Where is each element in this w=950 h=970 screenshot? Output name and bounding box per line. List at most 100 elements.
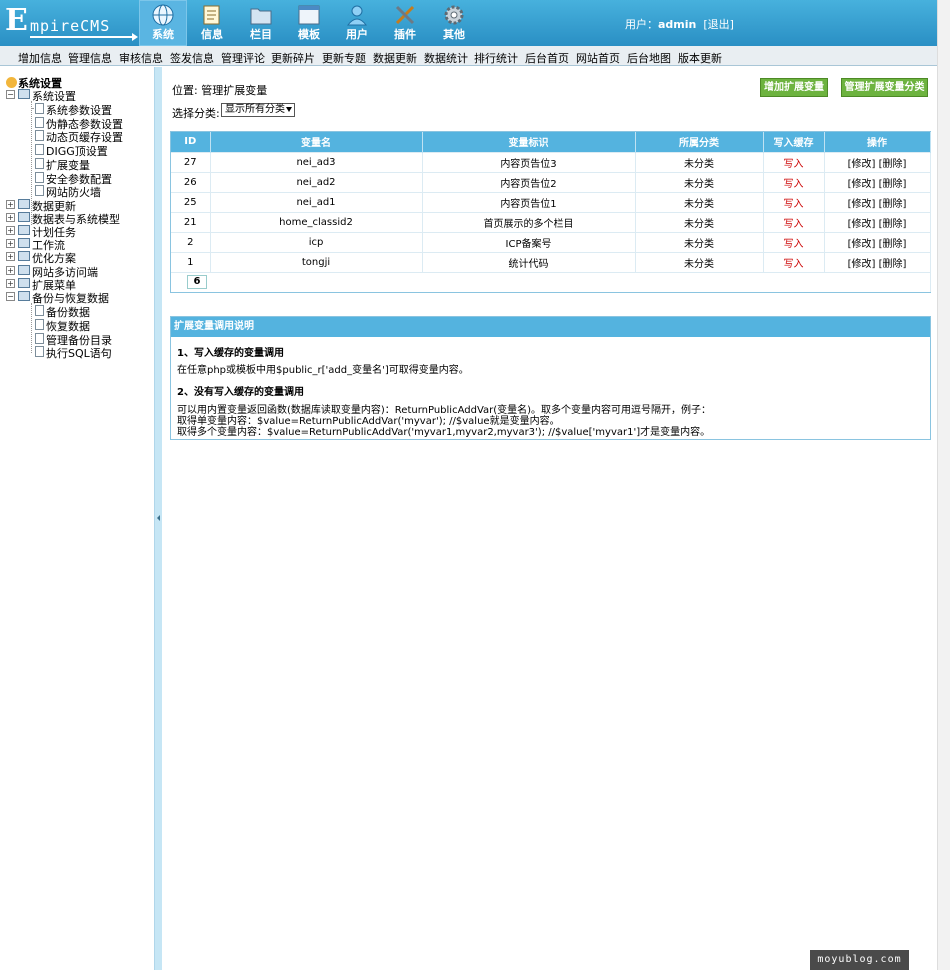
menu-item[interactable]: 更新碎片 bbox=[271, 50, 315, 66]
menu-item[interactable]: 版本更新 bbox=[678, 50, 722, 66]
expand-icon[interactable]: + bbox=[6, 200, 15, 209]
cell-actions[interactable]: [修改] [删除] bbox=[824, 151, 931, 172]
cell-category: 未分类 bbox=[635, 151, 764, 172]
menu-item[interactable]: 审核信息 bbox=[119, 50, 163, 66]
cell-var-label: 首页展示的多个栏目 bbox=[422, 211, 636, 232]
folder-icon bbox=[250, 8, 272, 25]
page-number[interactable]: 6 bbox=[187, 275, 207, 290]
sidebar-splitter[interactable] bbox=[154, 67, 162, 970]
breadcrumb: 位置: 管理扩展变量 bbox=[172, 82, 267, 98]
collapse-icon[interactable]: − bbox=[6, 90, 15, 99]
manage-variable-category-button[interactable]: 管理扩展变量分类 bbox=[841, 78, 928, 97]
collapse-sidebar-arrow-icon[interactable] bbox=[157, 515, 160, 521]
folder-icon bbox=[18, 212, 30, 222]
add-variable-button[interactable]: 增加扩展变量 bbox=[760, 78, 828, 97]
category-select[interactable]: 显示所有分类 bbox=[221, 103, 295, 117]
top-tab-column[interactable]: 栏目 bbox=[237, 0, 285, 46]
cell-var-label: 内容页告位1 bbox=[422, 191, 636, 212]
top-tab-other[interactable]: 其他 bbox=[430, 0, 478, 46]
cell-actions[interactable]: [修改] [删除] bbox=[824, 191, 931, 212]
category-select-value: 显示所有分类 bbox=[225, 104, 285, 115]
top-tab-system[interactable]: 系统 bbox=[139, 0, 187, 46]
menu-item[interactable]: 后台地图 bbox=[627, 50, 671, 66]
cell-id: 25 bbox=[171, 191, 211, 212]
logout-link[interactable]: [退出] bbox=[703, 18, 734, 31]
table-pager-row: 6 bbox=[171, 271, 931, 292]
cell-actions[interactable]: [修改] [删除] bbox=[824, 251, 931, 272]
empirecms-logo: E mpireCMS bbox=[5, 3, 138, 41]
page-icon bbox=[35, 172, 44, 183]
user-icon bbox=[346, 5, 368, 26]
menu-item[interactable]: 签发信息 bbox=[170, 50, 214, 66]
expand-icon[interactable]: + bbox=[6, 252, 15, 261]
watermark: moyublog.com bbox=[810, 950, 909, 970]
help-title: 扩展变量调用说明 bbox=[171, 317, 930, 337]
menu-item[interactable]: 管理评论 bbox=[221, 50, 265, 66]
expand-icon[interactable]: + bbox=[6, 239, 15, 248]
cell-category: 未分类 bbox=[635, 191, 764, 212]
table-row: 25 nei_ad1 内容页告位1 未分类 写入 [修改] [删除] bbox=[171, 191, 931, 212]
tree-leaf-label: 执行SQL语句 bbox=[46, 347, 112, 360]
notepad-icon bbox=[203, 5, 220, 25]
page-scrollbar-track[interactable] bbox=[937, 0, 950, 970]
top-header: E mpireCMS 系统 信息 栏目 模板 用户 插件 其他 用户：admin… bbox=[0, 0, 937, 46]
column-header-id: ID bbox=[171, 132, 211, 152]
menu-item[interactable]: 排行统计 bbox=[474, 50, 518, 66]
page-icon bbox=[35, 185, 44, 196]
expand-icon[interactable]: + bbox=[6, 226, 15, 235]
tree-line bbox=[31, 303, 32, 353]
page-icon bbox=[35, 319, 44, 330]
variables-table: ID 变量名 变量标识 所属分类 写入缓存 操作 27 nei_ad3 内容页告… bbox=[170, 131, 931, 293]
breadcrumb-link[interactable]: 管理扩展变量 bbox=[201, 84, 267, 97]
cell-actions[interactable]: [修改] [删除] bbox=[824, 171, 931, 192]
usage-help-box: 扩展变量调用说明 1、写入缓存的变量调用 在任意php或模板中用$public_… bbox=[170, 316, 931, 440]
cell-var-name: home_classid2 bbox=[210, 211, 423, 232]
expand-icon[interactable]: + bbox=[6, 266, 15, 275]
menu-item[interactable]: 数据更新 bbox=[373, 50, 417, 66]
table-row: 26 nei_ad2 内容页告位2 未分类 写入 [修改] [删除] bbox=[171, 171, 931, 192]
globe-icon bbox=[152, 4, 174, 26]
tree-node-system-settings[interactable]: − 系统设置 bbox=[6, 88, 146, 103]
page-icon bbox=[35, 144, 44, 155]
page-icon bbox=[35, 305, 44, 316]
help-heading-uncached: 2、没有写入缓存的变量调用 bbox=[177, 387, 304, 398]
top-tab-template[interactable]: 模板 bbox=[285, 0, 333, 46]
top-tab-info[interactable]: 信息 bbox=[188, 0, 236, 46]
table-header-row: ID 变量名 变量标识 所属分类 写入缓存 操作 bbox=[171, 132, 931, 152]
help-heading-cached: 1、写入缓存的变量调用 bbox=[177, 348, 284, 359]
cell-id: 1 bbox=[171, 251, 211, 272]
menu-item[interactable]: 增加信息 bbox=[18, 50, 62, 66]
window-icon bbox=[298, 5, 320, 25]
expand-icon[interactable]: + bbox=[6, 279, 15, 288]
menu-item[interactable]: 管理信息 bbox=[68, 50, 112, 66]
cell-var-name: tongji bbox=[210, 251, 423, 272]
username: admin bbox=[658, 18, 697, 31]
top-tab-plugin[interactable]: 插件 bbox=[381, 0, 429, 46]
collapse-icon[interactable]: − bbox=[6, 292, 15, 301]
cell-var-name: icp bbox=[210, 231, 423, 252]
table-row: 21 home_classid2 首页展示的多个栏目 未分类 写入 [修改] [… bbox=[171, 211, 931, 232]
cell-cache: 写入 bbox=[763, 231, 825, 252]
cell-var-label: 内容页告位2 bbox=[422, 171, 636, 192]
menu-item[interactable]: 后台首页 bbox=[525, 50, 569, 66]
menu-item[interactable]: 网站首页 bbox=[576, 50, 620, 66]
folder-icon bbox=[18, 238, 30, 248]
cell-id: 2 bbox=[171, 231, 211, 252]
top-tab-label: 其他 bbox=[443, 28, 465, 41]
cell-actions[interactable]: [修改] [删除] bbox=[824, 231, 931, 252]
expand-icon[interactable]: + bbox=[6, 213, 15, 222]
cell-category: 未分类 bbox=[635, 251, 764, 272]
top-tab-label: 信息 bbox=[201, 28, 223, 41]
logo-letter: E bbox=[5, 3, 28, 38]
gear-icon bbox=[444, 5, 464, 25]
menu-item[interactable]: 数据统计 bbox=[424, 50, 468, 66]
column-header-var-label: 变量标识 bbox=[422, 132, 636, 152]
left-sidebar-tree: 系统设置 − 系统设置 系统参数设置 伪静态参数设置 动态页缓存设置 DIGG顶… bbox=[0, 67, 154, 970]
menu-item[interactable]: 更新专题 bbox=[322, 50, 366, 66]
cell-var-name: nei_ad2 bbox=[210, 171, 423, 192]
breadcrumb-prefix: 位置: bbox=[172, 84, 202, 97]
cell-actions[interactable]: [修改] [删除] bbox=[824, 211, 931, 232]
cell-id: 26 bbox=[171, 171, 211, 192]
top-tab-user[interactable]: 用户 bbox=[333, 0, 381, 46]
cell-cache: 写入 bbox=[763, 151, 825, 172]
